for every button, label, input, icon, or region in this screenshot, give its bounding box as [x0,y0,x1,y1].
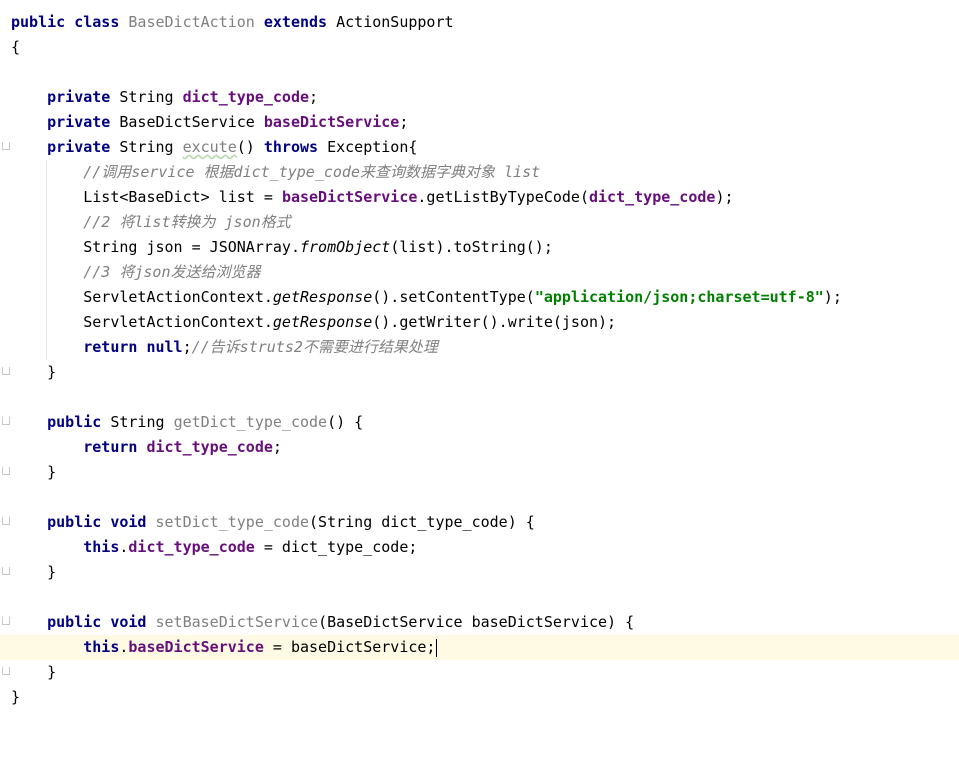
keyword: public [47,413,102,431]
code-line[interactable]: public class BaseDictAction extends Acti… [0,10,959,35]
statement: List<BaseDict> list = [83,188,282,206]
code-line[interactable]: return dict_type_code; [0,435,959,460]
code-line[interactable]: return null;//告诉struts2不需要进行结果处理 [0,335,959,360]
super-class: ActionSupport [336,13,454,31]
field-name: baseDictService [263,113,400,131]
keyword: throws [263,138,319,156]
method-name: setDict_type_code [155,513,310,531]
text-caret [436,638,438,657]
code-line[interactable]: String json = JSONArray.fromObject(list)… [0,235,959,260]
class-ref: ServletActionContext. [83,288,273,306]
keyword: public [11,13,66,31]
current-code-line[interactable]: this.baseDictService = baseDictService; [0,635,959,660]
code-line[interactable]: List<BaseDict> list = baseDictService.ge… [0,185,959,210]
keyword: public [47,513,102,531]
keyword: public [47,613,102,631]
keyword: this [83,538,120,556]
statement: String json = JSONArray. [83,238,300,256]
method-name: excute [182,138,237,156]
keyword: return [83,438,138,456]
comment: //2 将list转换为 json格式 [83,213,291,231]
code-line[interactable]: } [0,560,959,585]
field-name: dict_type_code [128,538,255,556]
code-line[interactable]: ServletActionContext.getResponse().getWr… [0,310,959,335]
class-name: BaseDictAction [128,13,255,31]
comment: //3 将json发送给浏览器 [83,263,261,281]
type-name: String [119,88,174,106]
code-line[interactable]: //调用service 根据dict_type_code来查询数据字典对象 li… [0,160,959,185]
field-name: dict_type_code [146,438,273,456]
code-line[interactable]: } [0,685,959,710]
static-method: getResponse [272,313,373,331]
keyword: void [110,513,147,531]
assignment: = baseDictService; [263,638,436,656]
code-line[interactable]: this.dict_type_code = dict_type_code; [0,535,959,560]
keyword: null [146,338,183,356]
code-editor[interactable]: public class BaseDictAction extends Acti… [0,0,959,751]
code-line[interactable]: ServletActionContext.getResponse().setCo… [0,285,959,310]
statement-tail: (list).toString(); [390,238,553,256]
keyword: class [74,13,120,31]
keyword: private [47,138,111,156]
code-line[interactable]: private BaseDictService baseDictService; [0,110,959,135]
type-name: String [119,138,174,156]
comment: //告诉struts2不需要进行结果处理 [191,338,438,356]
exception-name: Exception [327,138,409,156]
parameter-list: (BaseDictService baseDictService) { [318,613,635,631]
code-line[interactable]: { [0,35,959,60]
method-name: getDict_type_code [173,413,328,431]
code-line[interactable]: } [0,660,959,685]
code-line[interactable]: public void setDict_type_code(String dic… [0,510,959,535]
method-call: ().getWriter().write(json); [372,313,617,331]
type-name: String [110,413,165,431]
code-line[interactable]: } [0,460,959,485]
string-literal: "application/json;charset=utf-8" [534,288,824,306]
class-ref: ServletActionContext. [83,313,273,331]
parameter-list: (String dict_type_code) { [309,513,535,531]
code-line[interactable]: private String excute() throws Exception… [0,135,959,160]
keyword: void [110,613,147,631]
comment: //调用service 根据dict_type_code来查询数据字典对象 li… [83,163,541,181]
code-line[interactable]: private String dict_type_code; [0,85,959,110]
keyword: return [83,338,138,356]
code-line[interactable]: public void setBaseDictService(BaseDictS… [0,610,959,635]
assignment: = dict_type_code; [254,538,418,556]
keyword: private [47,113,111,131]
field-name: baseDictService [128,638,264,656]
type-name: BaseDictService [119,113,255,131]
static-method: getResponse [272,288,373,306]
code-line[interactable]: //2 将list转换为 json格式 [0,210,959,235]
code-line[interactable]: //3 将json发送给浏览器 [0,260,959,285]
keyword: extends [263,13,328,31]
field-name: dict_type_code [589,188,716,206]
keyword: this [83,638,120,656]
method-name: setBaseDictService [155,613,319,631]
code-line[interactable]: public String getDict_type_code() { [0,410,959,435]
field-name: dict_type_code [182,88,310,106]
code-line[interactable]: } [0,360,959,385]
field-name: baseDictService [281,188,418,206]
method-call: ().setContentType( [372,288,535,306]
method-call: .getListByTypeCode( [417,188,589,206]
keyword: private [47,88,111,106]
static-method: fromObject [300,238,391,256]
